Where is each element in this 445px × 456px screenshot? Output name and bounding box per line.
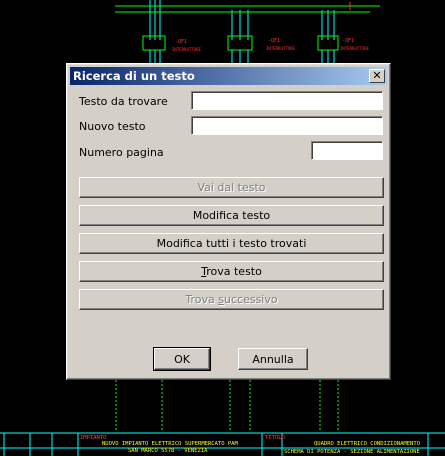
find-text-label: Testo da trovare	[79, 95, 168, 108]
title-block-title-line1: QUADRO ELETTRICO CONDIZIONAMENTO	[314, 441, 420, 447]
cad-tag-3: -QF1	[342, 38, 354, 44]
find-next-button[interactable]: Trova successivo	[79, 289, 384, 310]
title-block-title-line2: SCHEMA DI POTENZA - SEZIONE ALIMENTAZION…	[284, 449, 420, 455]
cad-tag-1: -QF1	[175, 39, 187, 45]
find-next-label: Trova successivo	[185, 293, 278, 306]
new-text-label: Nuovo testo	[79, 120, 146, 133]
modify-all-button[interactable]: Modifica tutti i testo trovati	[79, 233, 384, 254]
cad-tag-2: -QF1	[268, 38, 280, 44]
dialog-title: Ricerca di un testo	[73, 69, 195, 83]
ok-button[interactable]: OK	[153, 347, 211, 371]
dialog-titlebar[interactable]: Ricerca di un testo ✕	[70, 67, 387, 85]
title-block-right-label: TITOLO	[265, 435, 285, 441]
goto-text-label: Vai dal testo	[197, 181, 266, 194]
find-text-input[interactable]	[191, 91, 383, 110]
page-number-label: Numero pagina	[79, 146, 164, 159]
cad-subtag-1: INTERRUTTORE	[172, 47, 201, 52]
cad-subtag-3: INTERRUTTORE	[340, 46, 369, 51]
close-icon: ✕	[372, 69, 382, 82]
cad-subtag-2: INTERRUTTORE	[266, 46, 295, 51]
close-button[interactable]: ✕	[369, 69, 385, 83]
cancel-label: Annulla	[252, 352, 294, 366]
page-number-input[interactable]	[311, 141, 383, 160]
find-text-button[interactable]: Trova testo	[79, 261, 384, 282]
ok-label: OK	[174, 352, 190, 366]
modify-text-button[interactable]: Modifica testo	[79, 205, 384, 226]
modify-all-label: Modifica tutti i testo trovati	[156, 237, 307, 250]
modify-text-label: Modifica testo	[192, 209, 271, 222]
goto-text-button[interactable]: Vai dal testo	[79, 177, 384, 198]
title-block-project-line2: SAN MARCO 5578 - VENEZIA	[128, 448, 208, 454]
title-block-project-line1: NUOVO IMPIANTO ELETTRICO SUPERMERCATO PA…	[102, 441, 238, 447]
cancel-button[interactable]: Annulla	[238, 348, 308, 370]
find-text-dialog: Ricerca di un testo ✕ Testo da trovare N…	[66, 63, 391, 380]
new-text-input[interactable]	[191, 116, 383, 135]
find-text-button-label: Trova testo	[201, 265, 262, 278]
